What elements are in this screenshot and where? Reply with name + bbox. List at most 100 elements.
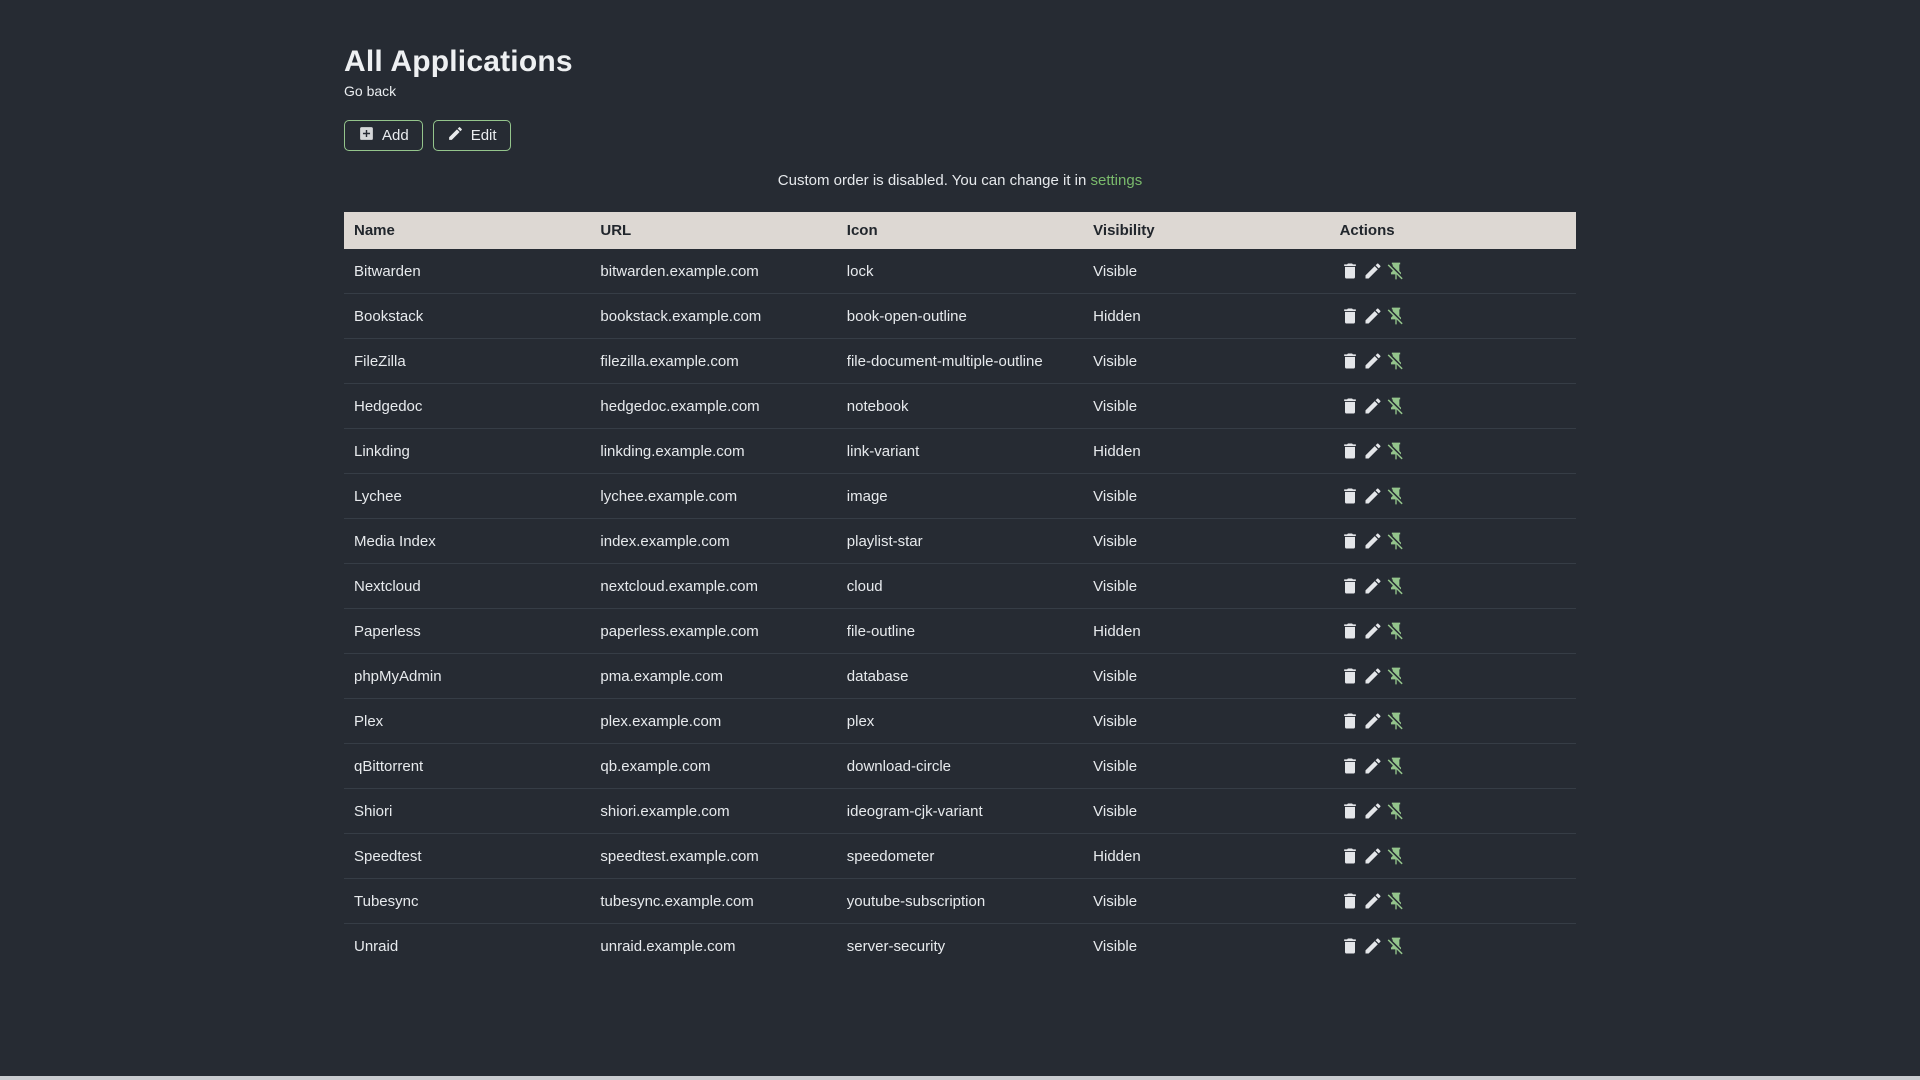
pin-off-icon[interactable] bbox=[1386, 936, 1406, 956]
edit-button[interactable]: Edit bbox=[432, 120, 511, 151]
app-name-cell: Linkding bbox=[344, 428, 591, 474]
app-icon-name-cell: lock bbox=[846, 262, 874, 280]
trash-icon[interactable] bbox=[1340, 306, 1360, 326]
trash-icon[interactable] bbox=[1340, 666, 1360, 686]
applications-table: Name URL Icon Visibility Actions Bitward… bbox=[344, 212, 1576, 968]
trash-icon[interactable] bbox=[1340, 756, 1360, 776]
pin-off-icon[interactable] bbox=[1386, 801, 1406, 821]
pin-off-icon[interactable] bbox=[1386, 441, 1406, 461]
pin-off-icon[interactable] bbox=[1386, 306, 1406, 326]
pin-off-icon[interactable] bbox=[1386, 711, 1406, 731]
toolbar: Add Edit bbox=[344, 120, 1576, 151]
trash-icon[interactable] bbox=[1340, 621, 1360, 641]
app-url-cell: paperless.example.com bbox=[590, 608, 837, 654]
pencil-icon[interactable] bbox=[1363, 261, 1383, 281]
app-icon-name-cell: file-outline bbox=[836, 608, 1084, 654]
pin-off-icon[interactable] bbox=[1386, 576, 1406, 596]
pin-off-icon[interactable] bbox=[1386, 846, 1406, 866]
trash-icon[interactable] bbox=[1340, 351, 1360, 371]
app-url-cell: unraid.example.com bbox=[590, 923, 837, 968]
pencil-icon[interactable] bbox=[1363, 891, 1383, 911]
pin-off-icon[interactable] bbox=[1386, 486, 1406, 506]
table-row: Nextcloud nextcloud.example.com cloud Vi… bbox=[344, 563, 1576, 609]
app-url-cell: pma.example.com bbox=[590, 653, 837, 699]
pin-off-icon[interactable] bbox=[1386, 396, 1406, 416]
pin-off-icon[interactable] bbox=[1386, 261, 1406, 281]
go-back-link[interactable]: Go back bbox=[344, 83, 396, 99]
app-name-cell: Bookstack bbox=[344, 293, 591, 339]
trash-icon[interactable] bbox=[1340, 441, 1360, 461]
pencil-icon[interactable] bbox=[1363, 936, 1383, 956]
app-visibility-cell: Visible bbox=[1083, 653, 1330, 699]
trash-icon[interactable] bbox=[1340, 711, 1360, 731]
plus-box-icon bbox=[358, 125, 375, 146]
table-row: Speedtest speedtest.example.com speedome… bbox=[344, 833, 1576, 879]
app-actions-cell bbox=[1329, 788, 1576, 834]
app-actions-cell bbox=[1329, 923, 1576, 968]
pencil-icon[interactable] bbox=[1363, 711, 1383, 731]
trash-icon[interactable] bbox=[1340, 576, 1360, 596]
trash-icon[interactable] bbox=[1340, 846, 1360, 866]
pencil-icon[interactable] bbox=[1363, 621, 1383, 641]
settings-link[interactable]: settings bbox=[1091, 172, 1143, 189]
column-header-visibility: Visibility bbox=[1083, 212, 1330, 249]
app-name-cell: Plex bbox=[344, 698, 591, 744]
table-row: FileZilla filezilla.example.com file-doc… bbox=[344, 338, 1576, 384]
trash-icon[interactable] bbox=[1340, 531, 1360, 551]
pencil-icon[interactable] bbox=[1363, 441, 1383, 461]
pin-off-icon[interactable] bbox=[1386, 621, 1406, 641]
app-actions-cell bbox=[1330, 249, 1576, 294]
pin-off-icon[interactable] bbox=[1386, 891, 1406, 911]
pin-off-icon[interactable] bbox=[1386, 531, 1406, 551]
pin-off-icon[interactable] bbox=[1386, 351, 1406, 371]
pencil-icon[interactable] bbox=[1363, 576, 1383, 596]
pin-off-icon[interactable] bbox=[1386, 666, 1406, 686]
app-icon-name-cell: file-document-multiple-outline bbox=[836, 338, 1084, 384]
app-visibility-cell: Visible bbox=[1083, 878, 1330, 924]
app-icon-name-cell: cloud bbox=[836, 563, 1084, 609]
trash-icon[interactable] bbox=[1340, 801, 1360, 821]
trash-icon[interactable] bbox=[1340, 486, 1360, 506]
trash-icon[interactable] bbox=[1340, 396, 1360, 416]
main-content: All Applications Go back Add Edit Custom… bbox=[344, 0, 1576, 968]
app-actions-cell bbox=[1329, 518, 1576, 564]
app-icon-name-cell: youtube-subscription bbox=[836, 878, 1084, 924]
pencil-icon[interactable] bbox=[1363, 756, 1383, 776]
table-row: phpMyAdmin pma.example.com database Visi… bbox=[344, 653, 1576, 699]
app-visibility-cell: Visible bbox=[1083, 563, 1330, 609]
pencil-icon[interactable] bbox=[1363, 666, 1383, 686]
app-url-cell: bookstack.example.com bbox=[590, 293, 837, 339]
app-actions-cell bbox=[1329, 338, 1576, 384]
app-icon-name-cell: book-open-outline bbox=[836, 293, 1084, 339]
app-visibility-cell: Visible bbox=[1093, 262, 1138, 280]
app-url-cell: qb.example.com bbox=[590, 743, 837, 789]
app-icon-name-cell: server-security bbox=[836, 923, 1084, 968]
app-url-cell: speedtest.example.com bbox=[590, 833, 837, 879]
column-header-url: URL bbox=[590, 212, 837, 249]
pencil-icon[interactable] bbox=[1363, 801, 1383, 821]
pencil-icon[interactable] bbox=[1363, 306, 1383, 326]
pencil-icon[interactable] bbox=[1363, 396, 1383, 416]
trash-icon[interactable] bbox=[1340, 261, 1360, 281]
app-visibility-cell: Hidden bbox=[1083, 293, 1330, 339]
table-row: Media Index index.example.com playlist-s… bbox=[344, 518, 1576, 564]
app-name-cell: Tubesync bbox=[344, 878, 591, 924]
app-actions-cell bbox=[1329, 878, 1576, 924]
trash-icon[interactable] bbox=[1340, 891, 1360, 911]
app-name-cell: Nextcloud bbox=[344, 563, 591, 609]
app-icon-name-cell: image bbox=[836, 473, 1084, 519]
app-icon-name-cell: ideogram-cjk-variant bbox=[836, 788, 1084, 834]
pencil-icon[interactable] bbox=[1363, 351, 1383, 371]
add-button[interactable]: Add bbox=[344, 120, 423, 151]
pencil-icon[interactable] bbox=[1363, 531, 1383, 551]
pin-off-icon[interactable] bbox=[1386, 756, 1406, 776]
pencil-icon[interactable] bbox=[1363, 846, 1383, 866]
app-name-cell: Media Index bbox=[344, 518, 591, 564]
pencil-icon[interactable] bbox=[1363, 486, 1383, 506]
table-row: Bookstack bookstack.example.com book-ope… bbox=[344, 293, 1576, 339]
app-name-cell: Paperless bbox=[344, 608, 591, 654]
trash-icon[interactable] bbox=[1340, 936, 1360, 956]
pencil-icon bbox=[447, 125, 464, 146]
table-row: Linkding linkding.example.com link-varia… bbox=[344, 428, 1576, 474]
app-icon-name-cell: speedometer bbox=[836, 833, 1084, 879]
